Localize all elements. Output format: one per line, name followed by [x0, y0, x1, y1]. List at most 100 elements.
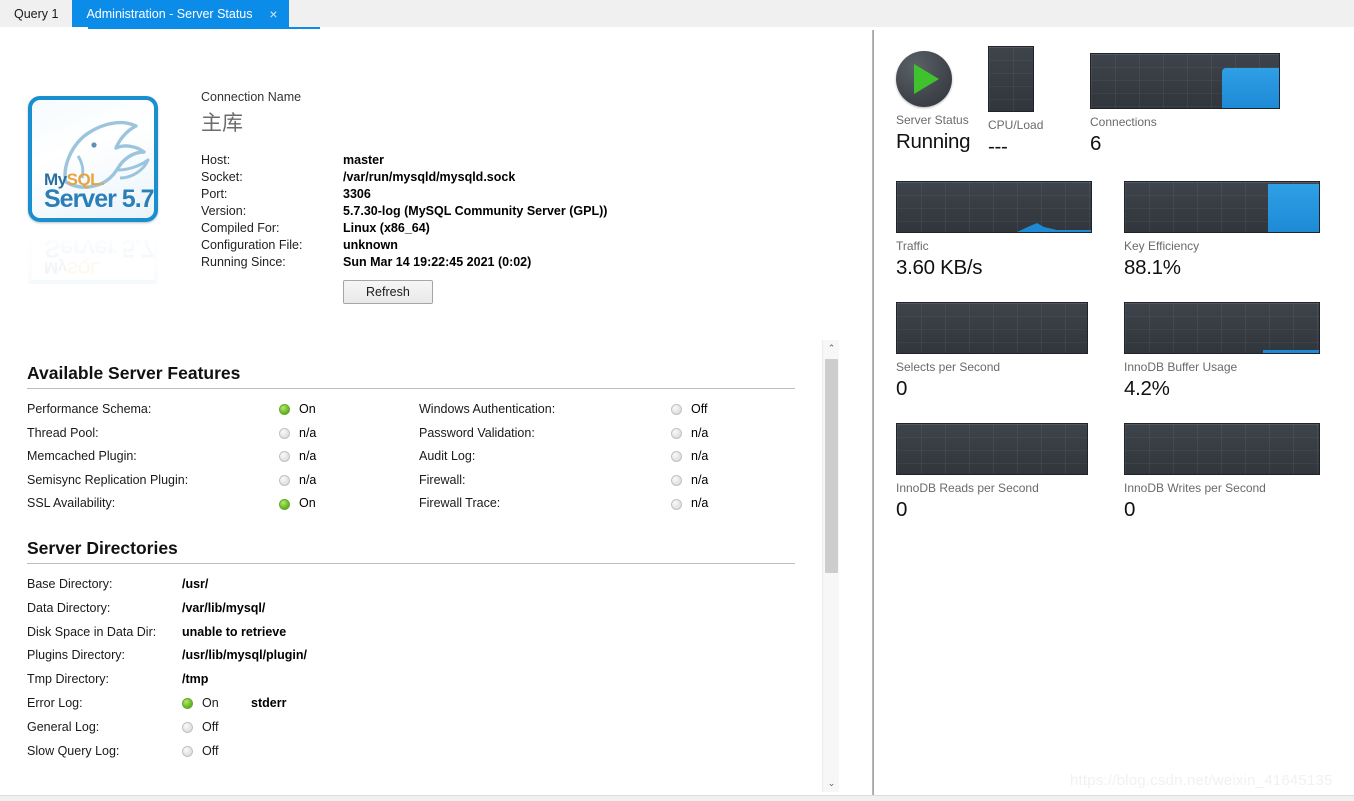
feature-label: SSL Availability: [27, 496, 116, 511]
directory-label: Base Directory: [27, 576, 113, 591]
status-led-off-icon [279, 475, 290, 487]
status-led-off-icon [182, 722, 193, 734]
close-icon[interactable]: × [267, 7, 281, 21]
info-value: Linux (x86_64) [343, 220, 430, 235]
feature-state-text: Off [691, 402, 708, 416]
table-row: Running Since: Sun Mar 14 19:22:45 2021 … [201, 253, 607, 270]
directory-value: /var/lib/mysql/ [182, 600, 266, 615]
tab-bar-filler [288, 0, 1354, 27]
widget-label: Traffic [896, 239, 929, 253]
server-status-dashboard: Server Status Running CPU/Load --- Conne… [880, 30, 1354, 795]
tab-underline [0, 27, 1354, 29]
feature-state-text: On [299, 496, 316, 511]
tab-query-1[interactable]: Query 1 [0, 0, 73, 27]
panel-splitter[interactable] [872, 30, 874, 795]
directory-label: General Log: [27, 719, 100, 734]
connection-name-label: Connection Name [201, 90, 302, 104]
widget-innodb-buffer-usage[interactable]: InnoDB Buffer Usage 4.2% [1124, 302, 1352, 401]
connection-info: Connection Name 主库 Host: master Socket: … [201, 90, 607, 304]
widget-label: Selects per Second [896, 360, 1001, 374]
directory-value: /tmp [182, 672, 209, 687]
status-led-on-icon [279, 498, 290, 510]
directory-value: /usr/lib/mysql/plugin/ [182, 648, 308, 663]
server-version-wordmark: Server 5.7 [44, 185, 154, 213]
vertical-scrollbar[interactable]: ⌃ ⌄ [822, 340, 839, 792]
widget-traffic[interactable]: Traffic 3.60 KB/s [896, 181, 1124, 280]
widget-value: 0 [1124, 498, 1136, 521]
widget-server-status[interactable]: Server Status Running [896, 46, 988, 154]
feature-state-text: n/a [299, 472, 317, 487]
scrollbar-thumb[interactable] [825, 359, 838, 573]
info-value: unknown [343, 237, 398, 252]
info-value: 3306 [343, 186, 371, 201]
widget-value: Running [896, 130, 971, 153]
graph-grid [989, 47, 1033, 111]
widget-key-efficiency[interactable]: Key Efficiency 88.1% [1124, 181, 1352, 280]
info-value: master [343, 152, 384, 167]
server-sections: Available Server Features Performance Sc… [0, 363, 814, 795]
mysql-logo-text: MySQL. Server 5.7 [44, 171, 154, 212]
status-led-on-icon [182, 698, 193, 710]
scroll-up-icon[interactable]: ⌃ [823, 340, 840, 357]
scroll-down-icon[interactable]: ⌄ [823, 775, 840, 792]
directory-label: Slow Query Log: [27, 743, 120, 758]
info-key: Port: [201, 186, 228, 201]
widget-value: 6 [1090, 132, 1102, 155]
feature-state: n/a [279, 445, 419, 469]
table-row: Port: 3306 [201, 185, 607, 202]
widget-label: InnoDB Buffer Usage [1124, 360, 1238, 374]
widget-label: Connections [1090, 115, 1157, 129]
feature-label: Thread Pool: [27, 425, 99, 440]
table-row: Compiled For: Linux (x86_64) [201, 219, 607, 236]
mysql-logo: MySQL. Server 5.7 MySQL Server 5.7 [28, 96, 158, 284]
feature-state-text: n/a [299, 425, 317, 440]
directory-label: Error Log: [27, 695, 83, 710]
table-row: Host: master [201, 151, 607, 168]
feature-state: n/a [279, 469, 419, 493]
widget-innodb-reads-per-second[interactable]: InnoDB Reads per Second 0 [896, 423, 1124, 522]
mysql-logo-box: MySQL. Server 5.7 [28, 96, 158, 222]
key-efficiency-graph [1124, 181, 1320, 233]
status-led-on-icon [279, 404, 290, 416]
status-led-off-icon [279, 427, 290, 439]
tab-bar: Query 1 Administration - Server Status × [0, 0, 1354, 28]
feature-state: n/a [671, 469, 811, 493]
feature-state-text: n/a [691, 496, 709, 511]
connection-name-value: 主库 [201, 112, 243, 135]
play-icon [914, 64, 939, 94]
widget-value: 3.60 KB/s [896, 256, 983, 279]
directory-label: Plugins Directory: [27, 648, 125, 663]
widget-selects-per-second[interactable]: Selects per Second 0 [896, 302, 1124, 401]
tab-administration-server-status[interactable]: Administration - Server Status × [72, 0, 289, 27]
feature-label: Performance Schema: [27, 402, 152, 416]
feature-label: Audit Log: [419, 449, 476, 464]
traffic-sparkline [897, 223, 1091, 232]
widget-value: 0 [896, 377, 908, 400]
widget-cpu-load[interactable]: CPU/Load --- [988, 46, 1090, 159]
info-key: Configuration File: [201, 237, 303, 252]
widget-label: InnoDB Writes per Second [1124, 481, 1266, 495]
mysql-logo-reflection: MySQL Server 5.7 [28, 224, 158, 284]
widget-label: Key Efficiency [1124, 239, 1200, 253]
graph-fill [1222, 68, 1279, 108]
status-led-off-icon [671, 404, 682, 416]
info-key: Version: [201, 203, 247, 218]
info-value: 5.7.30-log (MySQL Community Server (GPL)… [343, 203, 608, 218]
tab-label: Administration - Server Status [86, 6, 253, 21]
available-server-features-title: Available Server Features [27, 363, 241, 383]
widget-innodb-writes-per-second[interactable]: InnoDB Writes per Second 0 [1124, 423, 1352, 522]
watermark: https://blog.csdn.net/weixin_41645135 [1070, 772, 1333, 789]
feature-state: On [279, 398, 419, 422]
bottom-edge [0, 795, 1354, 801]
widget-value: 4.2% [1124, 377, 1170, 400]
innodb-reads-graph [896, 423, 1088, 475]
widget-connections[interactable]: Connections 6 [1090, 46, 1290, 156]
widget-label: Server Status [896, 113, 969, 127]
feature-label: Semisync Replication Plugin: [27, 472, 189, 487]
directory-value: unable to retrieve [182, 624, 287, 639]
table-row: Configuration File: unknown [201, 236, 607, 253]
feature-state-text: n/a [691, 449, 709, 464]
refresh-button[interactable]: Refresh [343, 280, 433, 304]
feature-state-text: n/a [299, 449, 317, 464]
info-value: Sun Mar 14 19:22:45 2021 (0:02) [343, 254, 532, 269]
